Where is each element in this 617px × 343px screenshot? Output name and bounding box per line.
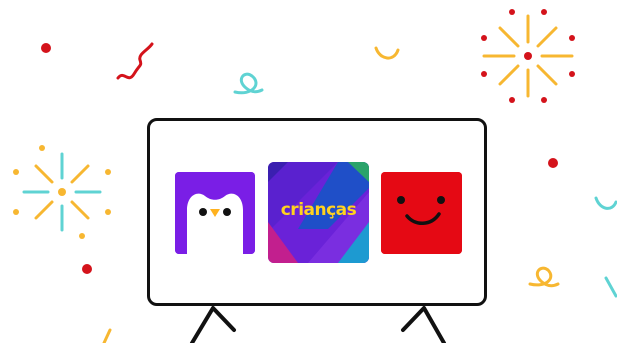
confetti-dot-icon — [41, 43, 51, 53]
penguin-profile-tile[interactable] — [175, 172, 255, 254]
confetti-dot-icon — [548, 158, 558, 168]
confetti-arc-icon — [594, 196, 617, 210]
confetti-loop-icon — [233, 72, 264, 95]
confetti-dot-icon — [82, 264, 92, 274]
confetti-loop-icon — [528, 266, 560, 288]
kids-profile-label: crianças — [280, 200, 357, 220]
celebration-scene: crianças — [0, 0, 617, 343]
confetti-line-icon — [604, 276, 617, 298]
kids-profile-tile[interactable]: crianças — [268, 162, 369, 263]
smile-icon — [381, 172, 462, 254]
confetti-line-icon — [102, 328, 112, 343]
confetti-squiggle-icon — [116, 42, 154, 80]
firework-icon — [481, 9, 575, 103]
confetti-arc-icon — [374, 46, 400, 60]
smile-profile-tile[interactable] — [381, 172, 462, 254]
penguin-icon — [175, 172, 255, 254]
firework-icon — [13, 145, 111, 239]
